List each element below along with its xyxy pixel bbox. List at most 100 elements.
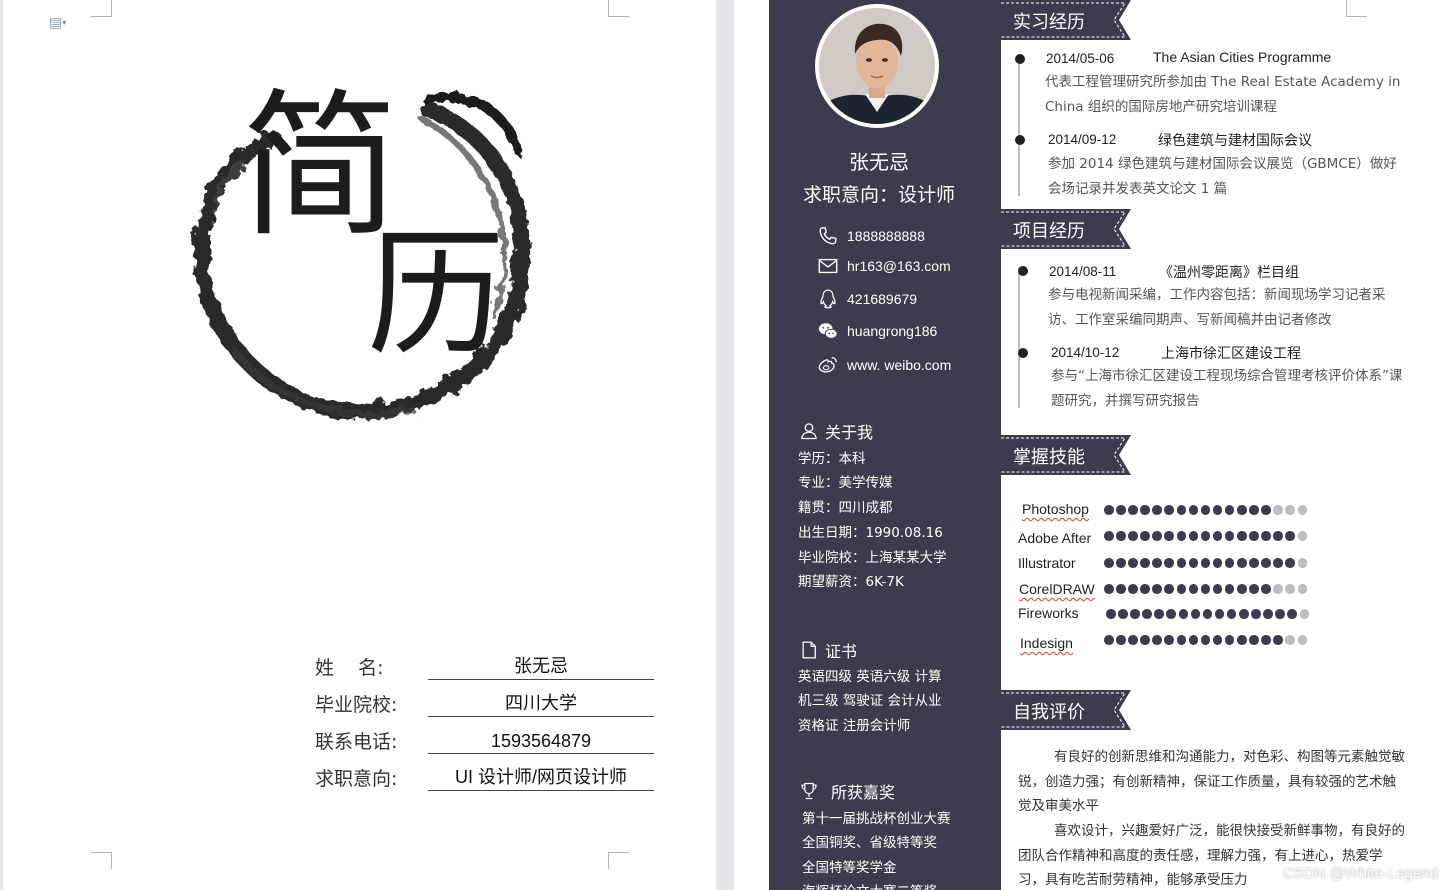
- skill-rating: [1104, 584, 1307, 596]
- skill-dot-filled: [1128, 531, 1138, 541]
- weibo-text: www. weibo.com: [847, 357, 952, 373]
- page-corner-mark: [91, 852, 112, 869]
- skill-dot-filled: [1239, 609, 1249, 619]
- skill-dot-filled: [1128, 558, 1138, 568]
- wechat-text: huangrong186: [847, 323, 938, 339]
- contact-email[interactable]: hr163@163.com: [817, 253, 951, 279]
- skill-dot-filled: [1176, 584, 1187, 594]
- skill-dot-filled: [1164, 558, 1174, 568]
- mail-icon: [818, 258, 838, 274]
- section-header-skills: 掌握技能: [1001, 435, 1139, 475]
- skill-dot-filled: [1164, 505, 1174, 515]
- internship-date: 2014/09-12: [1048, 132, 1117, 147]
- cert-line: 资格证 注册会计师: [798, 718, 911, 734]
- certificate-icon: [802, 641, 816, 659]
- skill-dot-filled: [1249, 531, 1259, 541]
- skill-dot-filled: [1200, 635, 1211, 645]
- phone-icon: [819, 227, 837, 245]
- timeline-line: [1018, 268, 1020, 408]
- skill-dot-filled: [1140, 584, 1150, 594]
- skill-dot-filled: [1251, 609, 1261, 619]
- weibo-icon: [818, 357, 837, 373]
- skill-dot-filled: [1118, 609, 1128, 619]
- skill-dot-filled: [1166, 609, 1176, 619]
- skill-dot-filled: [1116, 531, 1126, 541]
- self-eval-paragraph: 有良好的创新思维和沟通能力，对色彩、构图等元素触觉敏锐，创造力强；有创新精神，保…: [1018, 749, 1405, 814]
- skill-dot-filled: [1249, 558, 1259, 568]
- section-title: 实习经历: [1013, 12, 1085, 33]
- skill-rating: [1106, 609, 1309, 621]
- skill-dot-filled: [1249, 635, 1259, 645]
- skill-dot-filled: [1152, 531, 1162, 541]
- skill-dot-filled: [1212, 558, 1223, 568]
- field-value[interactable]: 张无忌: [428, 652, 654, 680]
- job-intention: 求职意向：设计师: [802, 184, 955, 206]
- skill-dot-filled: [1273, 558, 1283, 568]
- awards-heading-text: 所获嘉奖: [831, 783, 896, 802]
- cover-page: ▤▾ 简 历 姓 名: 张无忌 毕业院校: 四川大学 联系电话: 1593564…: [3, 0, 716, 890]
- skill-dot-filled: [1178, 609, 1189, 619]
- page-corner-mark: [608, 0, 629, 17]
- skill-dot-filled: [1128, 635, 1138, 645]
- skill-dot-filled: [1152, 505, 1162, 515]
- skill-dot-empty: [1285, 584, 1295, 594]
- section-header-self-eval: 自我评价: [1001, 690, 1139, 730]
- skill-dot-filled: [1152, 584, 1162, 594]
- award-line: 海辉杯论文大赛二等奖: [802, 880, 937, 890]
- contact-qq[interactable]: 421689679: [817, 286, 917, 312]
- skill-dot-filled: [1152, 558, 1162, 568]
- section-header-projects: 项目经历: [1001, 209, 1139, 249]
- skill-dot-empty: [1273, 584, 1283, 594]
- project-desc: 参与电视新闻采编，工作内容包括：新闻现场学习记者采访、工作室采编同期声、写新闻稿…: [1048, 287, 1386, 328]
- field-value[interactable]: 四川大学: [428, 689, 654, 717]
- awards-heading: 所获嘉奖: [799, 779, 895, 803]
- project-date: 2014/08-11: [1049, 264, 1117, 279]
- contact-wechat[interactable]: huangrong186: [817, 318, 937, 344]
- timeline-dot: [1015, 54, 1025, 64]
- skill-dot-filled: [1237, 584, 1247, 594]
- document-icon[interactable]: ▤▾: [49, 14, 67, 32]
- skill-dot-filled: [1224, 635, 1235, 645]
- contact-weibo[interactable]: www. weibo.com: [817, 352, 951, 378]
- skill-dot-filled: [1237, 505, 1247, 515]
- internship-date: 2014/05-06: [1046, 51, 1115, 66]
- skill-dot-filled: [1212, 584, 1223, 594]
- skill-dot-filled: [1212, 505, 1223, 515]
- skill-dot-filled: [1275, 609, 1285, 619]
- skill-dot-filled: [1226, 609, 1237, 619]
- skill-rating: [1104, 558, 1307, 570]
- award-line: 第十一届挑战杯创业大赛: [802, 811, 951, 827]
- skill-dot-filled: [1188, 531, 1199, 541]
- certs-heading: 证书: [799, 638, 857, 662]
- skill-dot-filled: [1176, 635, 1187, 645]
- internship-desc: 参加 2014 绿色建筑与建材国际会议展览（GBMCE）做好会场记录并发表英文论…: [1048, 156, 1397, 197]
- field-label: 求职意向:: [315, 768, 398, 790]
- section-title: 掌握技能: [1013, 447, 1085, 468]
- skill-dot-filled: [1261, 531, 1271, 541]
- skill-dot-empty: [1297, 558, 1307, 568]
- about-heading: 关于我: [799, 419, 873, 443]
- skill-rating: [1104, 531, 1307, 543]
- about-line: 出生日期：1990.08.16: [798, 525, 943, 541]
- timeline-dot: [1018, 348, 1028, 358]
- resume-sidebar: 张无忌 求职意向：设计师 1888888888 hr163@163.com 42…: [769, 0, 1001, 890]
- cover-field-phone: 联系电话: 1593564879: [315, 720, 675, 754]
- skill-name: Fireworks: [1018, 605, 1079, 621]
- contact-phone[interactable]: 1888888888: [817, 223, 925, 249]
- skill-dot-filled: [1116, 558, 1126, 568]
- certs-heading-text: 证书: [825, 642, 858, 661]
- field-value[interactable]: UI 设计师/网页设计师: [428, 763, 654, 791]
- skill-dot-filled: [1285, 531, 1295, 541]
- skill-dot-filled: [1249, 505, 1259, 515]
- internship-title: The Asian Cities Programme: [1153, 49, 1332, 65]
- skill-dot-filled: [1188, 558, 1199, 568]
- skill-dot-empty: [1297, 505, 1307, 515]
- skill-dot-filled: [1273, 635, 1283, 645]
- skill-rating: [1104, 505, 1307, 517]
- field-value[interactable]: 1593564879: [428, 731, 654, 754]
- skill-dot-filled: [1249, 584, 1259, 594]
- skill-dot-filled: [1154, 609, 1164, 619]
- skill-dot-filled: [1200, 584, 1211, 594]
- award-line: 全国铜奖、省级特等奖: [802, 835, 937, 851]
- email-text: hr163@163.com: [847, 258, 951, 274]
